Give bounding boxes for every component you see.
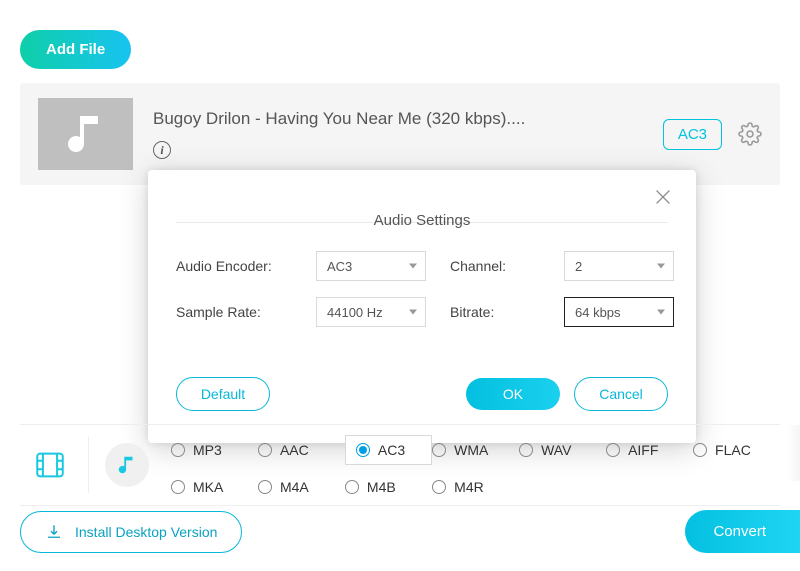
radio-icon [432, 443, 446, 457]
ok-button[interactable]: OK [466, 378, 560, 410]
music-note-icon [62, 110, 110, 158]
radio-icon [258, 443, 272, 457]
radio-icon [519, 443, 533, 457]
radio-icon [171, 480, 185, 494]
sample-rate-select[interactable]: 44100 Hz [316, 297, 426, 327]
radio-icon [693, 443, 707, 457]
radio-icon [258, 480, 272, 494]
radio-icon [356, 443, 370, 457]
gear-icon[interactable] [738, 122, 762, 146]
format-radio-flac[interactable]: FLAC [693, 435, 780, 465]
scroll-shadow [786, 425, 800, 481]
format-label: WAV [541, 442, 571, 458]
format-radio-mp3[interactable]: MP3 [171, 435, 258, 465]
music-note-icon [116, 454, 138, 476]
convert-button[interactable]: Convert [685, 510, 800, 553]
divider [88, 437, 89, 493]
format-label: AAC [280, 442, 309, 458]
format-label: M4A [280, 479, 309, 495]
file-thumbnail [38, 98, 133, 170]
radio-icon [345, 480, 359, 494]
chevron-down-icon [409, 264, 417, 269]
cancel-button[interactable]: Cancel [574, 377, 668, 411]
format-label: M4R [454, 479, 484, 495]
format-label: FLAC [715, 442, 751, 458]
film-icon [33, 448, 67, 482]
install-desktop-button[interactable]: Install Desktop Version [20, 511, 242, 553]
radio-icon [606, 443, 620, 457]
video-mode-tab[interactable] [20, 448, 80, 482]
format-label: MKA [193, 479, 223, 495]
encoder-select[interactable]: AC3 [316, 251, 426, 281]
bitrate-label: Bitrate: [450, 304, 540, 320]
format-radio-wav[interactable]: WAV [519, 435, 606, 465]
audio-mode-tab[interactable] [97, 443, 157, 487]
format-radio-m4r[interactable]: M4R [432, 479, 519, 495]
format-radio-m4b[interactable]: M4B [345, 479, 432, 495]
channel-label: Channel: [450, 258, 540, 274]
format-label: M4B [367, 479, 396, 495]
chevron-down-icon [657, 264, 665, 269]
format-label: AIFF [628, 442, 658, 458]
format-label: WMA [454, 442, 488, 458]
chevron-down-icon [409, 310, 417, 315]
sample-rate-label: Sample Rate: [176, 304, 292, 320]
format-radio-mka[interactable]: MKA [171, 479, 258, 495]
format-radio-m4a[interactable]: M4A [258, 479, 345, 495]
bitrate-select[interactable]: 64 kbps [564, 297, 674, 327]
radio-icon [432, 480, 446, 494]
close-icon[interactable] [652, 186, 674, 213]
chevron-down-icon [657, 310, 665, 315]
format-label: AC3 [378, 442, 405, 458]
format-radio-aac[interactable]: AAC [258, 435, 345, 465]
file-title: Bugoy Drilon - Having You Near Me (320 k… [153, 109, 643, 129]
encoder-label: Audio Encoder: [176, 258, 292, 274]
audio-settings-modal: Audio Settings Audio Encoder: AC3 Channe… [148, 170, 696, 443]
default-button[interactable]: Default [176, 377, 270, 411]
channel-select[interactable]: 2 [564, 251, 674, 281]
format-radio-aiff[interactable]: AIFF [606, 435, 693, 465]
format-badge[interactable]: AC3 [663, 119, 722, 150]
radio-icon [171, 443, 185, 457]
format-radio-ac3[interactable]: AC3 [345, 435, 432, 465]
modal-title: Audio Settings [176, 212, 668, 229]
format-radio-wma[interactable]: WMA [432, 435, 519, 465]
format-label: MP3 [193, 442, 222, 458]
info-icon[interactable]: i [153, 141, 171, 159]
add-file-button[interactable]: Add File [20, 30, 131, 69]
download-icon [45, 523, 63, 541]
output-formats: MP3 AAC AC3 WMA WAV AIFF FLAC MKA M4A M4B M4R [20, 424, 780, 506]
